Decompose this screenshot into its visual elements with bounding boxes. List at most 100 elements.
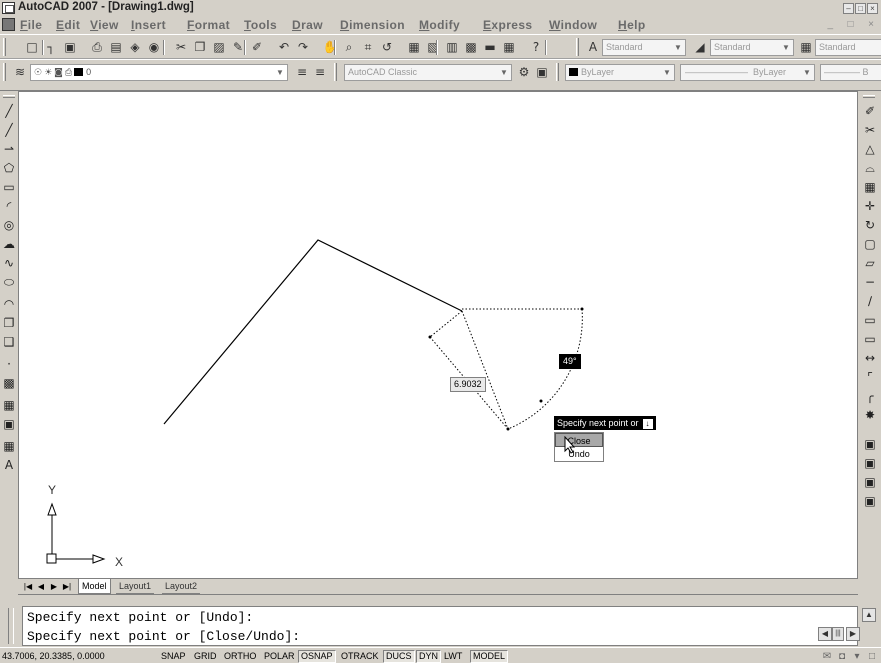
toolbar-grip[interactable] [863, 95, 875, 98]
last-tab-icon[interactable]: ▶| [61, 581, 73, 593]
dimension-style-dropdown[interactable]: Standard ▼ [710, 39, 794, 56]
drawing-svg[interactable] [19, 92, 857, 578]
autocad-app-icon[interactable] [2, 2, 15, 14]
text-style-icon[interactable]: A [585, 40, 601, 55]
drawing-document-icon[interactable] [2, 18, 15, 31]
menu-tools[interactable]: Tools [244, 18, 277, 32]
hatch-icon[interactable]: ▩ [1, 375, 17, 391]
text-style-dropdown[interactable]: Standard ▼ [602, 39, 686, 56]
extend-icon[interactable]: ∕ [862, 293, 878, 309]
workspace-dropdown[interactable]: AutoCAD Classic ▼ [344, 64, 512, 81]
my-workspace-icon[interactable]: ▣ [534, 65, 550, 80]
undo-icon[interactable]: ↶ [276, 40, 292, 55]
table-icon[interactable]: ▦ [1, 438, 17, 454]
revision-cloud-icon[interactable]: ☁ [1, 236, 17, 252]
fillet-icon[interactable]: ╭ [862, 388, 878, 404]
menu-edit[interactable]: Edit [56, 18, 80, 32]
make-block-icon[interactable]: ❑ [1, 334, 17, 350]
command-prompt-line[interactable]: Specify next point or [Close/Undo]: [27, 629, 300, 644]
plot-preview-icon[interactable]: ▤ [108, 40, 124, 55]
status-snap-button[interactable]: SNAP [158, 650, 189, 663]
status-otrack-button[interactable]: OTRACK [338, 650, 382, 663]
break-icon[interactable]: ▭ [862, 331, 878, 347]
point-icon[interactable]: · [1, 356, 17, 372]
open-icon[interactable]: ┐ [43, 40, 59, 55]
new-icon[interactable]: □ [24, 40, 40, 55]
rotate-icon[interactable]: ↻ [862, 217, 878, 233]
toolbar-grip[interactable] [3, 95, 15, 98]
line-icon[interactable]: ╱ [1, 103, 17, 119]
menu-insert[interactable]: Insert [131, 18, 166, 32]
join-icon[interactable]: ↔ [862, 350, 878, 366]
explode-icon[interactable]: ✸ [862, 407, 878, 423]
help-icon[interactable]: ? [528, 40, 544, 55]
spline-icon[interactable]: ∿ [1, 255, 17, 271]
publish-icon[interactable]: ◈ [127, 40, 143, 55]
status-ortho-button[interactable]: ORTHO [221, 650, 259, 663]
menu-file[interactable]: File [20, 18, 42, 32]
menu-dimension[interactable]: Dimension [340, 18, 405, 32]
tab-layout2[interactable]: Layout2 [162, 579, 201, 594]
close-icon[interactable]: × [867, 3, 878, 14]
tool-palettes-icon[interactable]: ▥ [444, 40, 460, 55]
chevron-down-icon[interactable]: ▼ [273, 65, 287, 80]
ellipse-arc-icon[interactable]: ◠ [1, 296, 17, 312]
bring-above-icon[interactable]: ▣ [862, 474, 878, 490]
copy-object-icon[interactable]: ✂ [862, 122, 878, 138]
stretch-icon[interactable]: ▱ [862, 255, 878, 271]
toolbar-grip[interactable] [576, 38, 579, 56]
insert-block-icon[interactable]: ❐ [1, 315, 17, 331]
down-arrow-icon[interactable]: ↓ [642, 419, 653, 429]
sheet-set-icon[interactable]: ▩ [463, 40, 479, 55]
length-dynamic-input[interactable]: 6.9032 [450, 377, 486, 392]
markup-icon[interactable]: ▬ [482, 40, 498, 55]
zoom-window-icon[interactable]: ⌗ [360, 40, 376, 55]
rectangle-icon[interactable]: ▭ [1, 179, 17, 195]
angle-dynamic-input[interactable]: 49° [559, 354, 581, 369]
redo-icon[interactable]: ↷ [295, 40, 311, 55]
lineweight-control-dropdown[interactable]: ———— B [820, 64, 881, 81]
erase-icon[interactable]: ✐ [862, 103, 878, 119]
linetype-control-dropdown[interactable]: ——————— ByLayer ▼ [680, 64, 815, 81]
layer-plot-icon[interactable]: ⎙ [65, 68, 72, 78]
cut-icon[interactable]: ✂ [173, 40, 189, 55]
communication-center-icon[interactable]: ✉ [820, 650, 834, 663]
ellipse-icon[interactable]: ⬭ [1, 274, 17, 290]
break-at-point-icon[interactable]: ▭ [862, 312, 878, 328]
status-polar-button[interactable]: POLAR [261, 650, 298, 663]
array-icon[interactable]: ▦ [862, 179, 878, 195]
design-center-icon[interactable]: ▧ [425, 40, 441, 55]
horizontal-scrollbar-thumb[interactable]: ||| [832, 627, 844, 641]
menu-view[interactable]: View [90, 18, 119, 32]
toolbar-lock-icon[interactable]: ◘ [835, 650, 849, 663]
region-icon[interactable]: ▣ [1, 416, 17, 432]
polyline-icon[interactable]: ⇀ [1, 141, 17, 157]
block-editor-icon[interactable]: ✐ [249, 40, 265, 55]
make-object-layer-current-icon[interactable]: ≡ [294, 65, 310, 80]
coordinate-display[interactable]: 43.7006, 20.3385, 0.0000 [2, 651, 105, 661]
drawn-polyline[interactable] [163, 239, 463, 425]
toolbar-grip[interactable] [334, 63, 337, 81]
send-under-icon[interactable]: ▣ [862, 493, 878, 509]
chamfer-icon[interactable]: ⌜ [862, 369, 878, 385]
minimize-icon[interactable]: – [843, 3, 854, 14]
scroll-up-icon[interactable]: ▲ [862, 608, 876, 622]
arc-icon[interactable]: ◜ [1, 198, 17, 214]
toolbar-grip[interactable] [3, 38, 6, 56]
copy-icon[interactable]: ❐ [192, 40, 208, 55]
menu-express[interactable]: Express [483, 18, 533, 32]
polygon-icon[interactable]: ⬠ [1, 160, 17, 176]
first-tab-icon[interactable]: |◀ [22, 581, 34, 593]
chevron-down-icon[interactable]: ▼ [497, 65, 511, 80]
move-icon[interactable]: ✛ [862, 198, 878, 214]
toolbar-grip[interactable] [3, 63, 6, 81]
status-menu-icon[interactable]: ▾ [850, 650, 864, 663]
layer-freeze-icon[interactable]: ☀ [44, 68, 52, 78]
gradient-icon[interactable]: ▦ [1, 397, 17, 413]
workspace-settings-icon[interactable]: ⚙ [516, 65, 532, 80]
chevron-down-icon[interactable]: ▼ [800, 65, 814, 80]
color-control-dropdown[interactable]: ByLayer ▼ [565, 64, 675, 81]
drawing-canvas[interactable]: 6.9032 49° Specify next point or ↓ Close … [18, 91, 858, 579]
previous-tab-icon[interactable]: ◀ [35, 581, 47, 593]
chevron-down-icon[interactable]: ▼ [660, 65, 674, 80]
